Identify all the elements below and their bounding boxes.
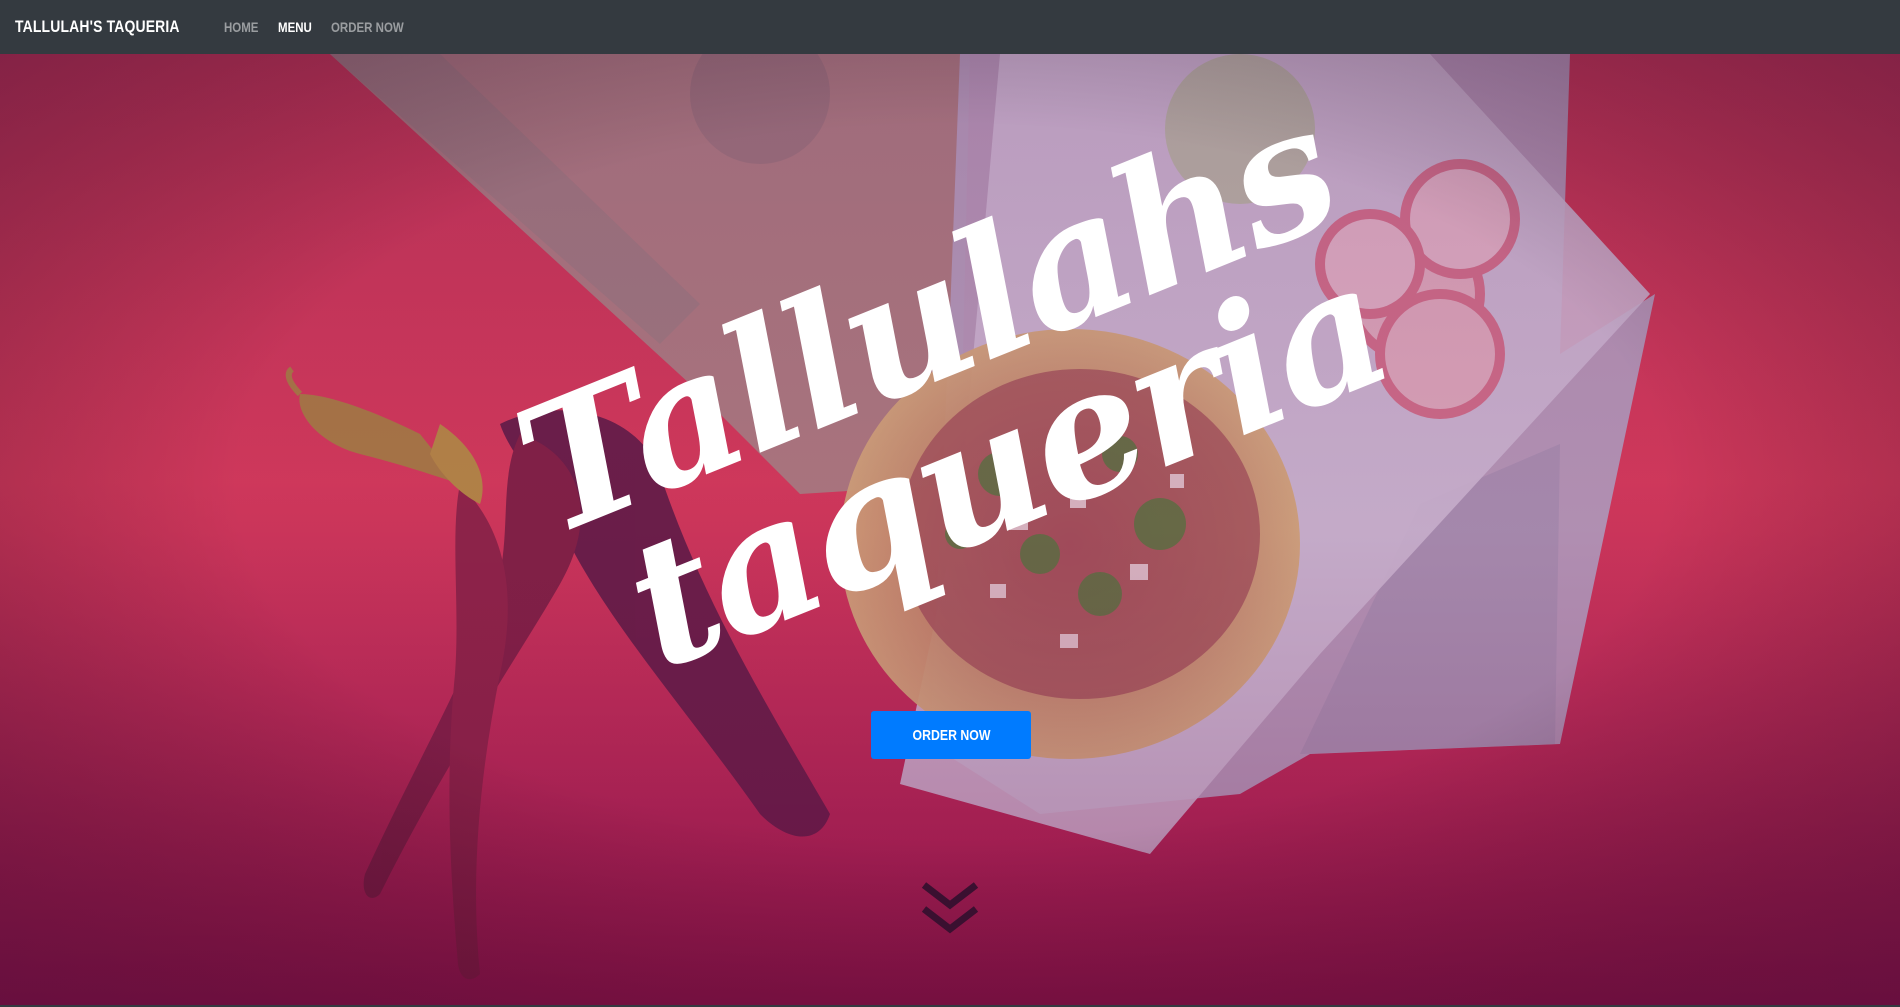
nav-link-order-now[interactable]: ORDER NOW: [331, 19, 404, 35]
nav-links: HOME MENU ORDER NOW: [224, 19, 432, 35]
hero-order-now-label: ORDER NOW: [912, 726, 990, 744]
brand-logo-text[interactable]: TALLULAH'S TAQUERIA: [15, 17, 180, 37]
hero-background-image: [0, 54, 1900, 1005]
top-navbar: TALLULAH'S TAQUERIA HOME MENU ORDER NOW: [0, 0, 1900, 54]
hero-section: Tallulahs taqueria ORDER NOW: [0, 54, 1900, 1005]
hero-order-now-button[interactable]: ORDER NOW: [871, 711, 1031, 759]
nav-link-home[interactable]: HOME: [224, 19, 258, 35]
double-chevron-down-icon[interactable]: [920, 879, 980, 939]
nav-link-menu[interactable]: MENU: [278, 19, 312, 35]
